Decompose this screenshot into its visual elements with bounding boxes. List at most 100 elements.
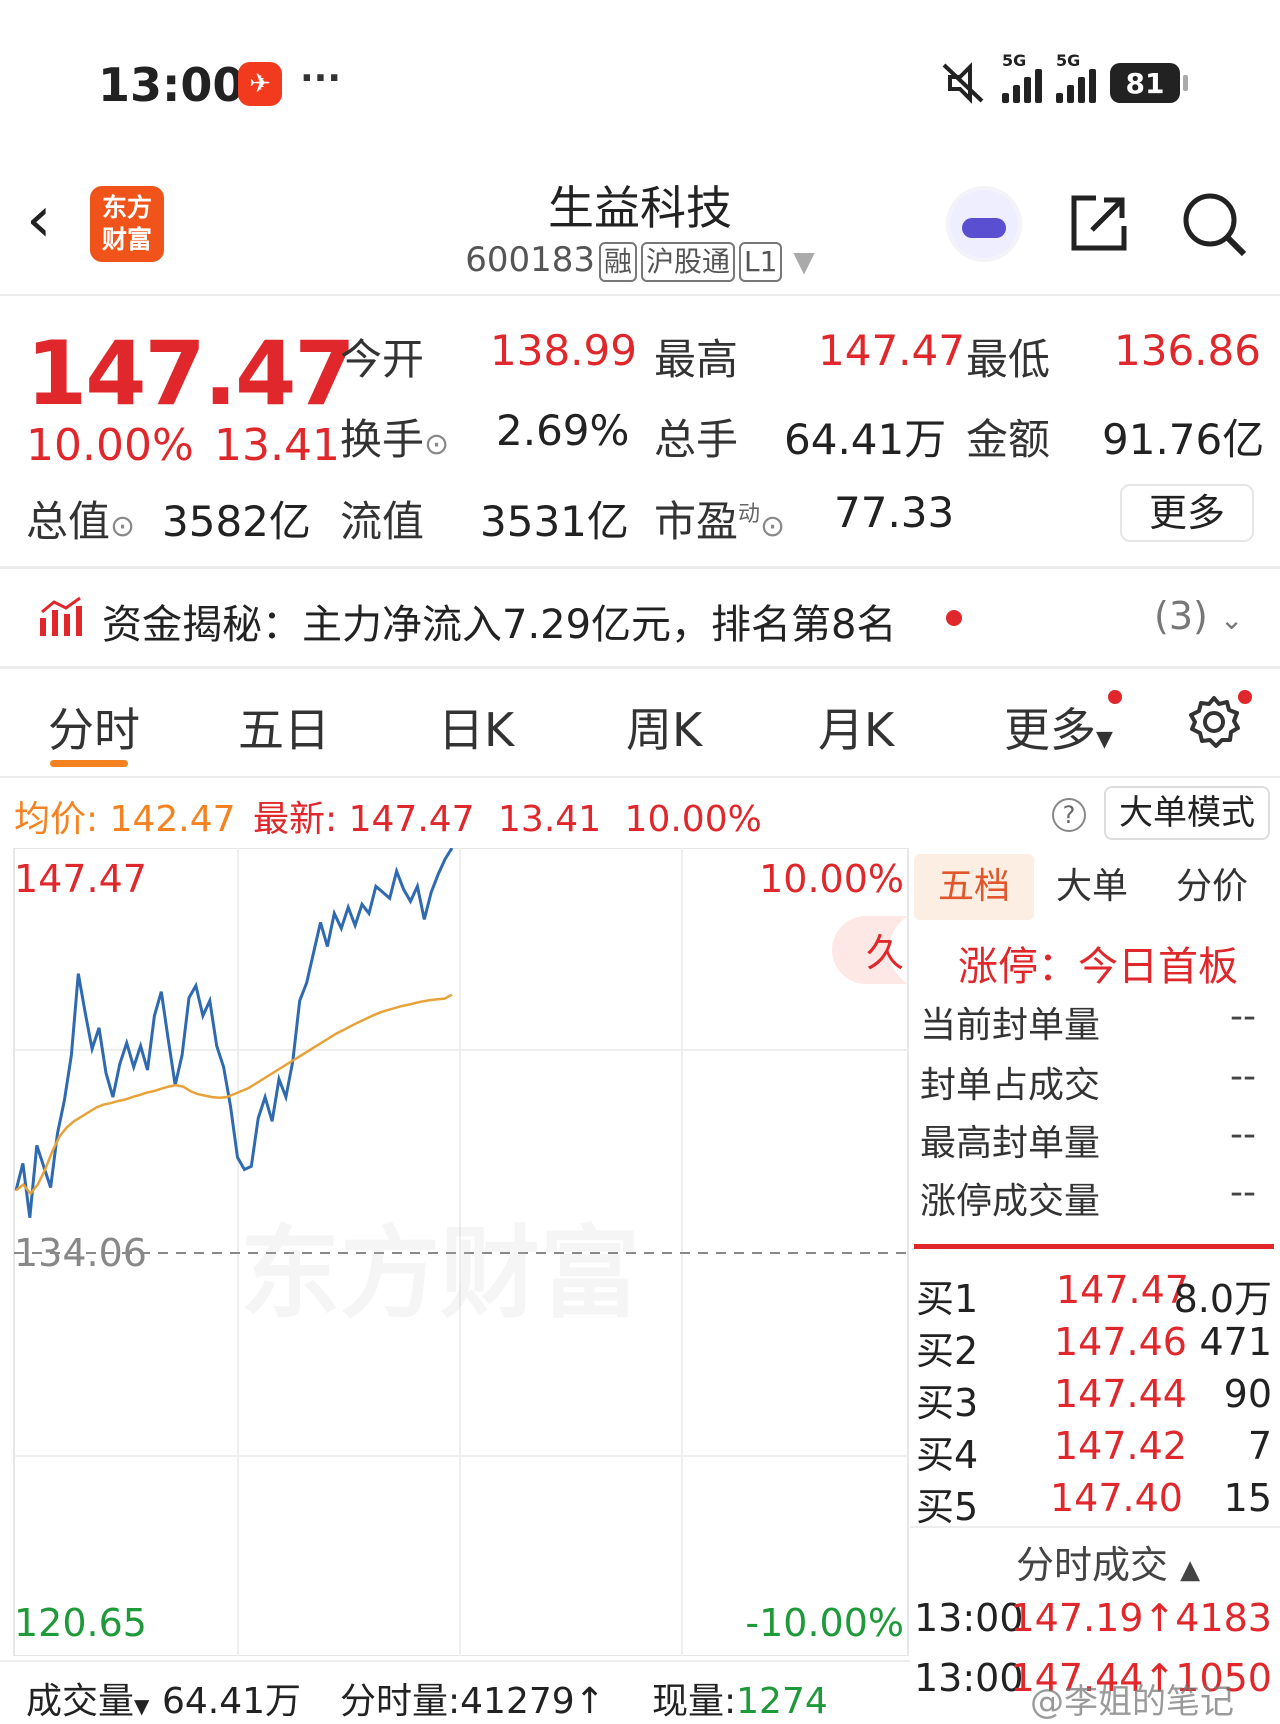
turnover-value: 2.69% <box>496 406 630 455</box>
current-volume: 现量:1274 <box>652 1681 828 1722</box>
tab-monthly-k[interactable]: 月K <box>818 694 894 760</box>
divider <box>0 294 1280 296</box>
weibo-watermark: @李姐的笔记 <box>1030 1682 1234 1722</box>
bid-price: 147.42 <box>1054 1424 1187 1468</box>
chart-badge[interactable]: 久 <box>866 931 904 975</box>
tick-time: 13:00 <box>914 1656 1024 1700</box>
low-value: 136.86 <box>1114 326 1261 375</box>
bid-price: 147.46 <box>1054 1320 1187 1364</box>
order-book-tabs: 五档 大单 分价 <box>914 854 1280 920</box>
bid-label: 买5 <box>916 1485 979 1529</box>
battery-icon: 81 <box>1110 63 1188 103</box>
tab-weekly-k[interactable]: 周K <box>626 694 702 760</box>
pe-value: 77.33 <box>834 488 955 537</box>
capital-text: 资金揭秘：主力净流入7.29亿元，排名第8名 <box>102 602 897 648</box>
triangle-down-icon[interactable]: ▼ <box>793 245 815 278</box>
y-bottom-pct: -10.00% <box>745 1601 904 1645</box>
capital-count: (3) ⌄ <box>1154 594 1244 638</box>
mktcap-label[interactable]: 总值⊙ <box>26 488 135 549</box>
more-button[interactable]: 更多 <box>1120 484 1254 542</box>
change-pct: 10.00% <box>26 420 194 471</box>
signal-icon: 5G <box>1056 51 1096 103</box>
amount-label: 金额 <box>966 415 1051 464</box>
big-order-mode-button[interactable]: 大单模式 <box>1104 786 1270 840</box>
intraday-chart[interactable]: 东方财富 147.47 10.00% 134.06 120.65 -10.00%… <box>0 848 910 1656</box>
limit-row-label: 涨停成交量 <box>920 1181 1101 1222</box>
y-bottom-price: 120.65 <box>14 1601 147 1645</box>
bid-ask-divider <box>914 1244 1274 1249</box>
limit-row-label: 封单占成交 <box>920 1065 1101 1106</box>
high-label: 最高 <box>654 335 739 384</box>
chevron-down-icon: ⌄ <box>1219 603 1244 636</box>
tag-connect: 沪股通 <box>641 242 736 282</box>
tag-margin: 融 <box>598 242 637 282</box>
limit-row-value: -- <box>1230 1056 1256 1097</box>
notification-dot <box>946 610 962 626</box>
open-value: 138.99 <box>490 326 637 375</box>
last-price: 147.47 <box>26 322 356 425</box>
app-notification-icon: ✈ <box>238 62 282 106</box>
limit-row-label: 当前封单量 <box>920 1005 1101 1046</box>
mute-icon <box>942 62 984 104</box>
help-icon[interactable]: ? <box>1052 798 1086 832</box>
search-icon[interactable] <box>1180 190 1250 260</box>
chart-lines <box>14 848 454 1218</box>
bid-label: 买4 <box>916 1433 979 1477</box>
turnover-label[interactable]: 换手⊙ <box>340 406 449 467</box>
bid-price: 147.40 <box>1050 1476 1183 1520</box>
notification-dot <box>1108 690 1122 704</box>
chart-watermark: 东方财富 <box>240 1215 640 1332</box>
robot-assistant-icon[interactable] <box>946 186 1022 262</box>
info-icon: ⊙ <box>760 509 786 544</box>
tab-more[interactable]: 更多▼ <box>1004 694 1113 760</box>
volume-value: 64.41万 <box>784 415 947 464</box>
active-tab-indicator <box>50 760 128 767</box>
info-icon: ⊙ <box>110 509 136 544</box>
chart-info-line: 均价: 142.47 最新: 147.47 13.41 10.00% <box>14 799 762 840</box>
volume-selector[interactable]: 成交量▼ <box>26 1672 149 1724</box>
y-top-pct: 10.00% <box>759 857 904 901</box>
mktcap-value: 3582亿 <box>162 497 311 546</box>
bid-price: 147.47 <box>1056 1268 1189 1312</box>
float-label: 流值 <box>340 497 425 546</box>
y-top-price: 147.47 <box>14 857 147 901</box>
bid-volume: 8.0万 <box>1173 1277 1272 1321</box>
tab-five-day[interactable]: 五日 <box>238 694 330 760</box>
capital-flow-icon <box>40 596 82 636</box>
notification-dot <box>1238 690 1252 704</box>
gear-icon[interactable] <box>1186 694 1242 750</box>
signal-icon: 5G <box>1002 51 1042 103</box>
share-icon[interactable] <box>1068 192 1130 254</box>
amount-value: 91.76亿 <box>1102 415 1265 464</box>
more-dots: ··· <box>300 58 342 99</box>
triangle-up-icon: ▲ <box>1180 1555 1201 1585</box>
tick-price-vol: 147.19↑4183 <box>1010 1596 1272 1640</box>
info-icon: ⊙ <box>424 427 450 462</box>
tab-five-levels[interactable]: 五档 <box>914 854 1034 920</box>
limit-up-title: 涨停：今日首板 <box>958 944 1238 990</box>
pe-label[interactable]: 市盈动⊙ <box>654 488 785 549</box>
status-right: 5G 5G 81 <box>938 51 1188 108</box>
limit-row-value: -- <box>1230 1172 1256 1213</box>
limit-row-value: -- <box>1230 996 1256 1037</box>
bid-label: 买2 <box>916 1329 979 1373</box>
bid-label: 买3 <box>916 1381 979 1425</box>
tab-fenshi[interactable]: 分时 <box>48 694 140 760</box>
volume-label: 总手 <box>654 415 739 464</box>
tab-daily-k[interactable]: 日K <box>438 694 514 760</box>
bid-volume: 90 <box>1223 1372 1272 1416</box>
divider <box>0 666 1280 669</box>
y-mid-price: 134.06 <box>14 1231 147 1275</box>
tick-trades-title[interactable]: 分时成交 ▲ <box>1016 1534 1200 1589</box>
tab-big-orders[interactable]: 大单 <box>1056 854 1128 920</box>
open-label: 今开 <box>340 335 425 384</box>
change-amount: 13.41 <box>214 420 340 471</box>
limit-row-label: 最高封单量 <box>920 1123 1101 1164</box>
stock-code: 600183 <box>465 240 595 280</box>
float-value: 3531亿 <box>480 497 629 546</box>
bid-label: 买1 <box>916 1277 979 1321</box>
tab-price-dist[interactable]: 分价 <box>1176 854 1248 920</box>
divider <box>0 776 1280 778</box>
limit-row-value: -- <box>1230 1114 1256 1155</box>
low-label: 最低 <box>966 335 1051 384</box>
